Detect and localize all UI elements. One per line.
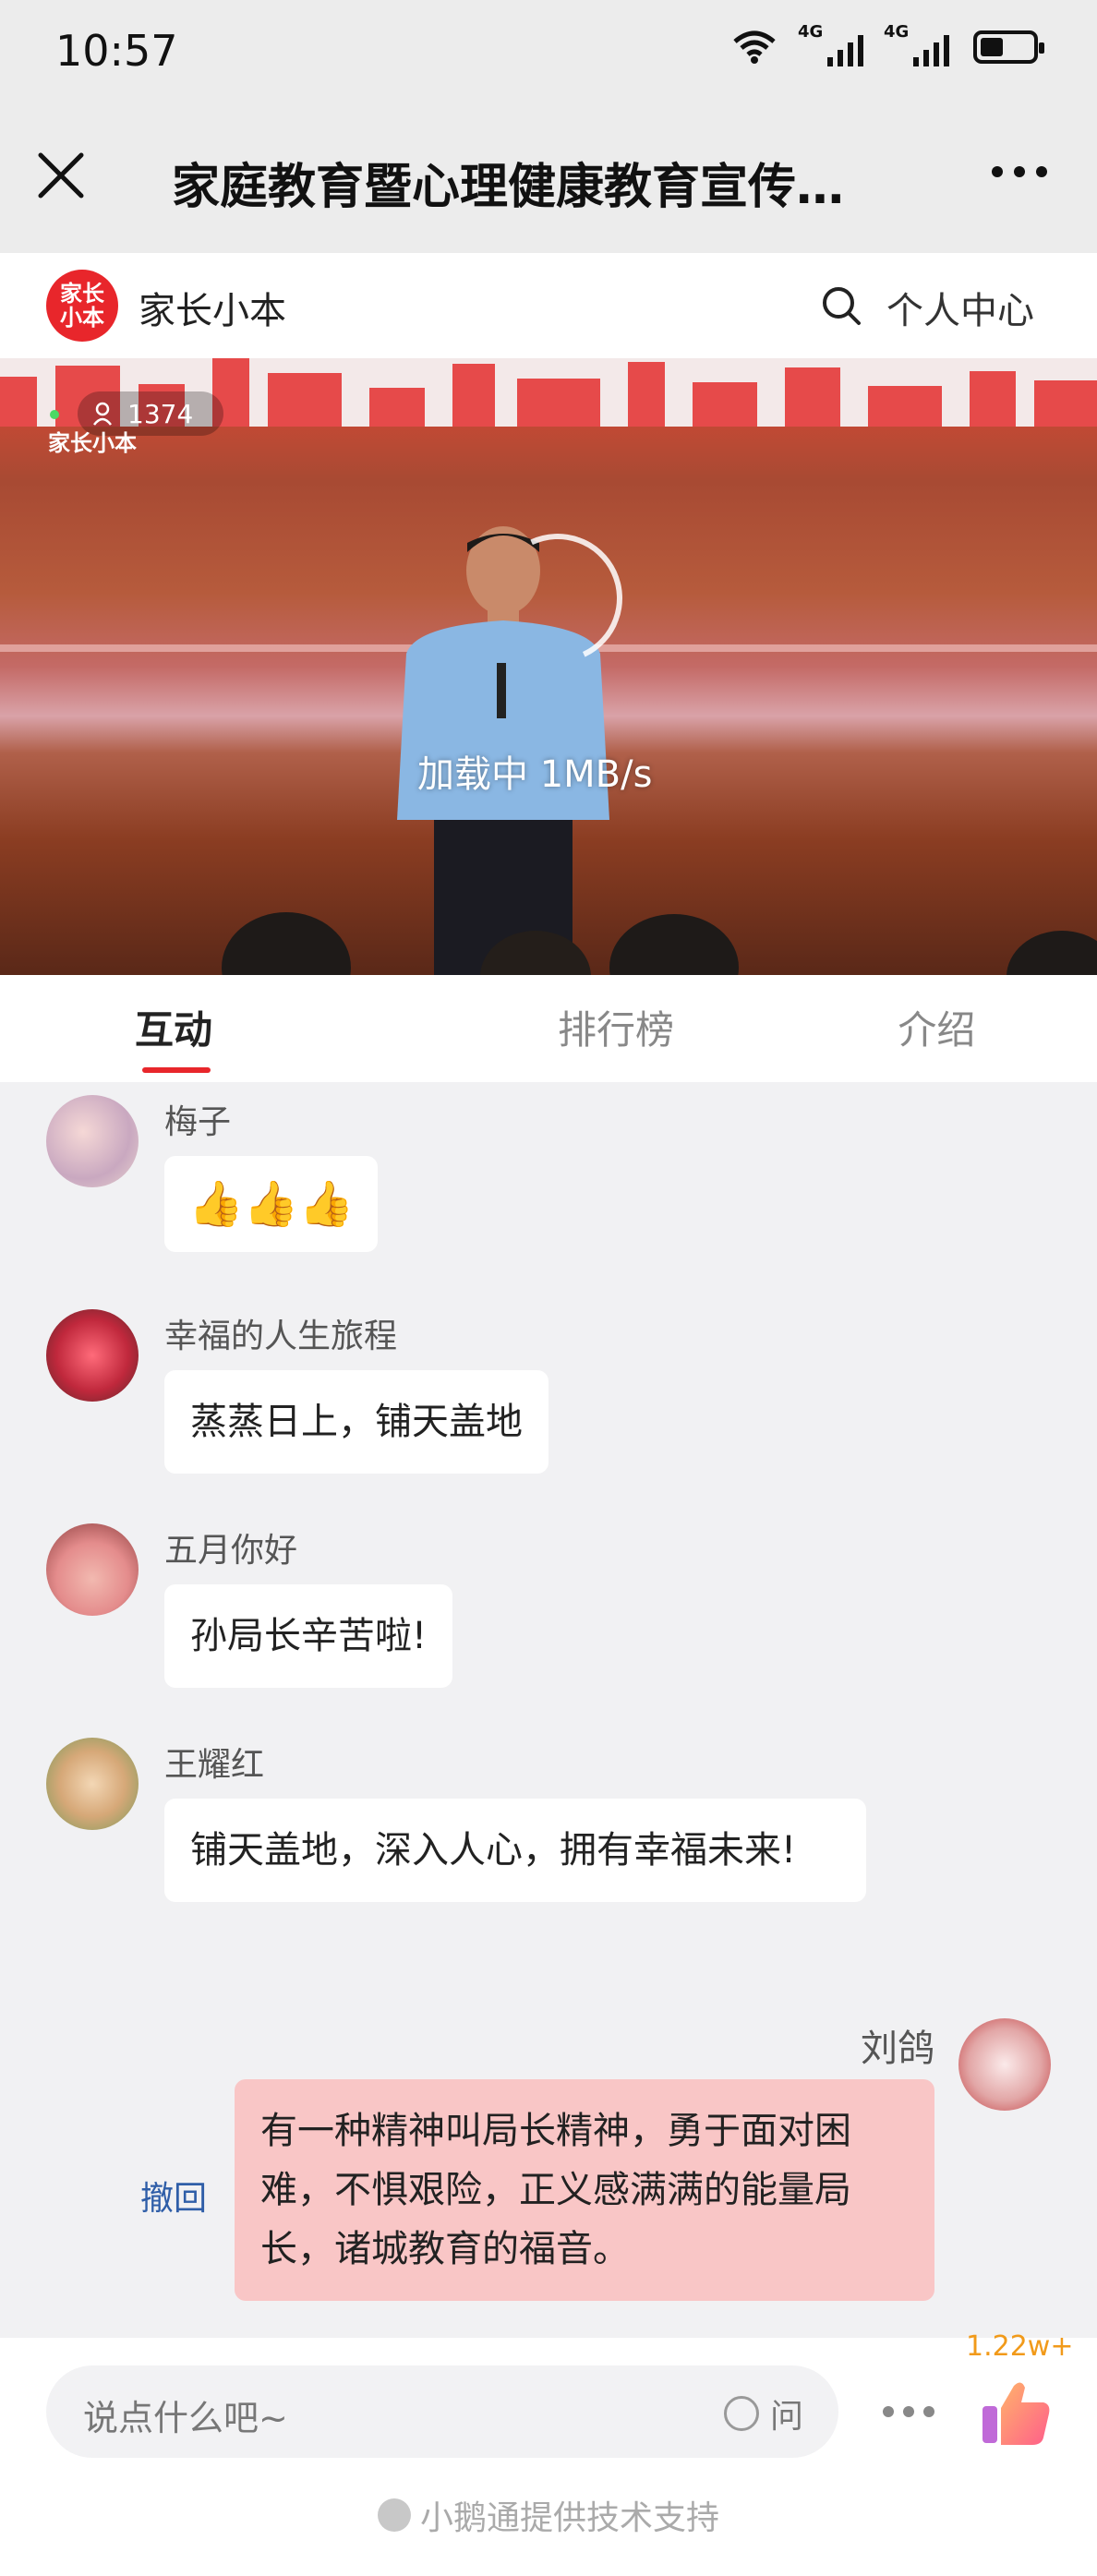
loading-status: 加载中 1MB/s xyxy=(417,753,653,796)
brand-logo[interactable]: 家长 小本 xyxy=(46,270,118,342)
avatar[interactable] xyxy=(958,2018,1051,2111)
title-bar: 家庭教育暨心理健康教育宣传… xyxy=(0,109,1097,253)
comment-placeholder: 说点什么吧~ xyxy=(83,2398,288,2438)
status-bar: 10:57 4G 4G xyxy=(0,0,1097,109)
like-count: 1.22w+ xyxy=(966,2330,1074,2363)
system-icons: 4G 4G xyxy=(731,22,1044,66)
chat-message: 王耀红 铺天盖地，深入人心，拥有幸福未来! xyxy=(0,1725,1097,1992)
chat-message: 五月你好 孙局长辛苦啦! xyxy=(0,1511,1097,1714)
battery-icon xyxy=(973,30,1044,64)
chat-bubble: 孙局长辛苦啦! xyxy=(164,1584,453,1688)
tab-interaction[interactable]: 互动 xyxy=(0,975,455,1082)
video-watermark: 家长小本 xyxy=(48,430,137,456)
chat-bubble: 👍👍👍 xyxy=(164,1156,379,1252)
tech-support-note: 小鹅通提供技术支持 xyxy=(0,2491,1097,2539)
ask-question-toggle[interactable]: 问 xyxy=(723,2389,803,2438)
viewers-icon xyxy=(93,402,112,426)
active-tab-indicator xyxy=(142,1067,211,1073)
thumbs-up-icon[interactable] xyxy=(977,2373,1055,2450)
cellular-signal-icon-2: 4G xyxy=(884,22,949,66)
chat-username: 刘鸽 xyxy=(861,2028,934,2070)
xiaoe-logo-icon xyxy=(377,2498,411,2532)
avatar[interactable] xyxy=(46,1738,139,1830)
ask-label: 问 xyxy=(769,2398,803,2436)
more-menu-icon[interactable] xyxy=(992,166,1047,177)
tab-bar: 互动 排行榜 介绍 xyxy=(0,975,1097,1082)
chat-bubble: 蒸蒸日上，铺天盖地 xyxy=(164,1370,548,1474)
chat-bubble: 有一种精神叫局长精神，勇于面对困难，不惧艰险，正义感满满的能量局长，诸城教育的福… xyxy=(235,2079,934,2301)
wifi-icon xyxy=(733,30,776,64)
search-icon[interactable] xyxy=(820,284,862,327)
avatar[interactable] xyxy=(46,1523,139,1616)
status-time: 10:57 xyxy=(55,26,178,76)
user-center-link[interactable]: 个人中心 xyxy=(886,281,1034,334)
viewer-count: 1374 xyxy=(127,398,194,429)
chat-message: 幸福的人生旅程 蒸蒸日上，铺天盖地 xyxy=(0,1296,1097,1499)
chat-username: 五月你好 xyxy=(164,1532,298,1570)
avatar[interactable] xyxy=(46,1095,139,1187)
chat-list: 梅子 👍👍👍 幸福的人生旅程 蒸蒸日上，铺天盖地 五月你好 孙局长辛苦啦! 王耀… xyxy=(0,1082,1097,2338)
chat-username: 幸福的人生旅程 xyxy=(164,1318,398,1355)
close-icon[interactable] xyxy=(33,148,89,203)
live-video-player[interactable]: 1374 家长小本 加载中 1MB/s xyxy=(0,358,1097,975)
chat-message: 梅子 👍👍👍 xyxy=(0,1082,1097,1285)
page-title: 家庭教育暨心理健康教育宣传… xyxy=(172,160,845,215)
chat-username: 梅子 xyxy=(164,1103,232,1141)
brand-bar: 家长 小本 家长小本 个人中心 xyxy=(0,253,1097,358)
comment-input[interactable]: 说点什么吧~ 问 xyxy=(46,2365,838,2458)
chat-bubble: 铺天盖地，深入人心，拥有幸福未来! xyxy=(164,1799,866,1902)
avatar[interactable] xyxy=(46,1309,139,1402)
bottom-bar: 说点什么吧~ 问 1.22w+ 小鹅通提供技术支持 xyxy=(0,2330,1097,2576)
recall-button[interactable]: 撤回 xyxy=(140,2172,207,2220)
radio-circle-icon xyxy=(723,2396,759,2431)
tab-leaderboard[interactable]: 排行榜 xyxy=(455,975,776,1082)
brand-name[interactable]: 家长小本 xyxy=(139,281,286,334)
audience-heads xyxy=(222,912,1097,975)
support-text: 小鹅通提供技术支持 xyxy=(419,2499,719,2537)
more-options-icon[interactable] xyxy=(883,2406,934,2417)
chat-message-mine: 刘鸽 有一种精神叫局长精神，勇于面对困难，不惧艰险，正义感满满的能量局长，诸城教… xyxy=(0,2005,1097,2301)
tab-introduction[interactable]: 介绍 xyxy=(777,975,1097,1082)
chat-username: 王耀红 xyxy=(164,1746,265,1784)
cellular-signal-icon: 4G xyxy=(798,22,863,66)
